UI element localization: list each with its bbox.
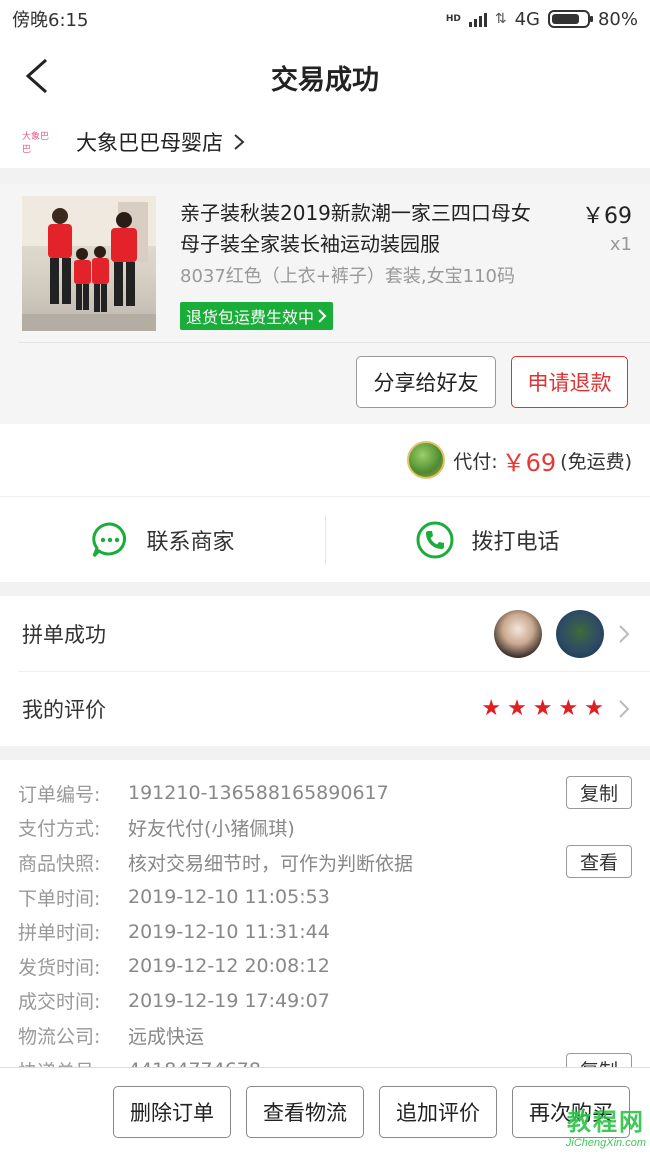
watermark-logo: 教程网 (566, 1108, 645, 1136)
copy-order-number-button[interactable]: 复制 (566, 776, 632, 809)
divider (18, 342, 650, 343)
shipping-note: (免运费) (560, 450, 632, 473)
status-block: 拼单成功 我的评价 ★ ★ ★ ★ ★ (0, 596, 650, 746)
watermark: 教程网 JiChengXin.com (566, 1102, 646, 1149)
order-row: 下单时间: 2019-12-10 11:05:53 (0, 880, 650, 915)
return-badge-label: 退货包运费生效中 (186, 308, 315, 327)
add-review-button[interactable]: 追加评价 (379, 1085, 497, 1138)
family-photo-icon (22, 196, 156, 331)
order-label: 发货时间: (18, 956, 101, 979)
star-icon: ★ (507, 695, 527, 721)
page-title: 交易成功 (271, 64, 379, 96)
order-value: 核对交易细节时，可作为判断依据 (128, 852, 414, 875)
product-card[interactable]: 亲子装秋装2019新款潮一家三四口母女母子装全家装长袖运动装园服 8037红色（… (0, 184, 650, 424)
contact-row: 联系商家 拨打电话 (0, 496, 650, 582)
chat-icon (92, 521, 127, 557)
divider (325, 515, 326, 565)
chevron-right-icon (619, 699, 630, 718)
chevron-right-icon (318, 309, 327, 323)
phone-icon (416, 521, 454, 558)
nav-bar: 交易成功 (0, 38, 650, 116)
my-review-label: 我的评价 (22, 697, 106, 722)
order-label: 成交时间: (18, 991, 101, 1014)
product-price: ￥69 (582, 204, 632, 229)
delete-order-button[interactable]: 删除订单 (113, 1085, 231, 1138)
chevron-right-icon (619, 624, 630, 643)
order-details: 订单编号: 191210-136588165890617 复制 支付方式: 好友… (0, 760, 650, 1090)
status-bar: 傍晚6:15 HD ⇅ 4G 80% (0, 0, 650, 38)
refund-button[interactable]: 申请退款 (511, 356, 628, 408)
order-row: 物流公司: 远成快运 (0, 1018, 650, 1053)
avatar (556, 609, 604, 658)
star-icon: ★ (532, 695, 553, 721)
order-value: 2019-12-12 20:08:12 (128, 955, 330, 978)
order-row: 商品快照: 核对交易细节时，可作为判断依据 查看 (0, 845, 650, 880)
product-quantity: x1 (609, 234, 632, 255)
star-icon: ★ (481, 695, 502, 721)
product-image[interactable] (22, 196, 156, 331)
battery-percent: 80% (597, 8, 638, 30)
order-row: 支付方式: 好友代付(小猪佩琪) (0, 811, 650, 846)
watermark-text: JiChengXin.com (565, 1137, 646, 1149)
payer-avatar[interactable] (407, 441, 446, 479)
share-button[interactable]: 分享给好友 (356, 356, 496, 408)
payment-amount: ￥69 (501, 448, 557, 477)
order-label: 支付方式: (18, 818, 101, 841)
order-row: 拼单时间: 2019-12-10 11:31:44 (0, 914, 650, 949)
shop-row[interactable]: 大象巴巴 大象巴巴母婴店 (0, 116, 650, 168)
star-icon: ★ (584, 695, 604, 721)
rating-stars: ★ ★ ★ ★ ★ (481, 695, 604, 721)
back-arrow-icon[interactable] (20, 56, 60, 96)
order-label: 下单时间: (18, 887, 101, 910)
order-label: 物流公司: (18, 1025, 101, 1048)
view-snapshot-button[interactable]: 查看 (566, 845, 632, 879)
order-value: 191210-136588165890617 (128, 782, 389, 805)
network-label: 4G (514, 8, 540, 30)
order-label: 商品快照: (18, 852, 101, 875)
bottom-action-bar: 删除订单 查看物流 追加评价 再次购买 教程网 JiChengXin.com (0, 1067, 650, 1155)
shop-name[interactable]: 大象巴巴母婴店 (76, 127, 223, 157)
order-label: 拼单时间: (18, 922, 101, 945)
avatar (494, 609, 542, 658)
call-button[interactable]: 拨打电话 (325, 497, 650, 582)
product-spec: 8037红色（上衣+裤子）套装,女宝110码 (180, 266, 515, 287)
payment-row: 代付: ￥69 (免运费) (0, 424, 650, 496)
order-value: 远成快运 (128, 1025, 205, 1048)
group-success-row[interactable]: 拼单成功 (0, 596, 650, 671)
star-icon: ★ (558, 695, 579, 721)
battery-icon (547, 10, 593, 28)
order-value: 2019-12-10 11:05:53 (128, 886, 330, 909)
call-label: 拨打电话 (471, 529, 560, 555)
contact-merchant-label: 联系商家 (146, 529, 235, 555)
order-row: 成交时间: 2019-12-19 17:49:07 (0, 984, 650, 1019)
my-review-row[interactable]: 我的评价 ★ ★ ★ ★ ★ (0, 671, 650, 746)
signal-icon (468, 11, 487, 27)
order-label: 订单编号: (18, 783, 101, 806)
product-title[interactable]: 亲子装秋装2019新款潮一家三四口母女母子装全家装长袖运动装园服 (180, 198, 550, 260)
view-logistics-button[interactable]: 查看物流 (246, 1085, 364, 1138)
order-value: 2019-12-10 11:31:44 (128, 920, 330, 943)
data-arrows-icon: ⇅ (494, 11, 507, 27)
shop-logo: 大象巴巴 (22, 132, 50, 155)
contact-merchant-button[interactable]: 联系商家 (0, 497, 325, 582)
hd-label: HD (445, 14, 461, 24)
order-value: 好友代付(小猪佩琪) (128, 818, 295, 841)
order-row: 发货时间: 2019-12-12 20:08:12 (0, 949, 650, 984)
order-row: 订单编号: 191210-136588165890617 复制 (0, 776, 650, 811)
payment-label: 代付: (453, 450, 498, 473)
chevron-right-icon (234, 134, 245, 150)
return-shipping-badge[interactable]: 退货包运费生效中 (180, 302, 334, 330)
order-value: 2019-12-19 17:49:07 (128, 989, 330, 1012)
status-time: 傍晚6:15 (12, 10, 89, 31)
group-success-label: 拼单成功 (22, 622, 106, 647)
